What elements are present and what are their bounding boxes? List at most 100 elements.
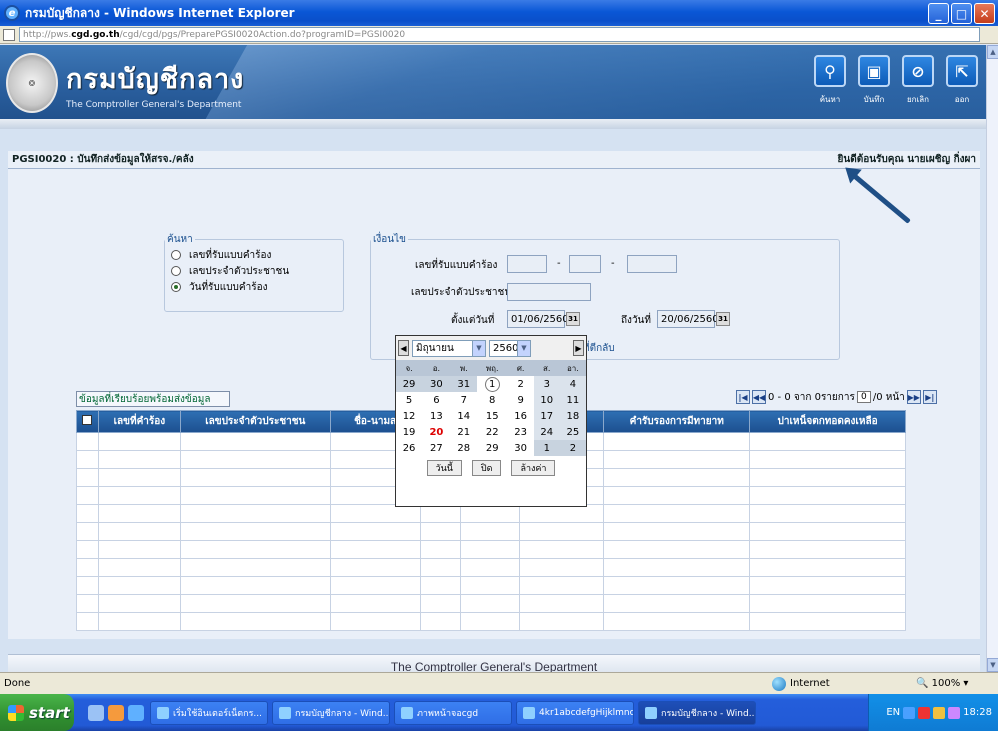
- first-page-button[interactable]: |◀: [736, 390, 750, 404]
- prev-page-button[interactable]: ◀◀: [752, 390, 766, 404]
- calendar-day[interactable]: 8: [477, 392, 508, 408]
- table-cell: [179, 594, 331, 613]
- select-all-checkbox[interactable]: [82, 415, 93, 425]
- maximize-button[interactable]: □: [951, 3, 972, 24]
- calendar-day[interactable]: 3: [533, 376, 560, 392]
- calendar-day[interactable]: 15: [477, 408, 508, 424]
- calendar-day[interactable]: 14: [451, 408, 477, 424]
- to-date-input[interactable]: 20/06/2560: [657, 310, 719, 328]
- calendar-day[interactable]: 24: [533, 424, 560, 440]
- request-no-part3-input[interactable]: [627, 255, 677, 273]
- column-header[interactable]: [76, 410, 99, 433]
- taskbar-item[interactable]: 4kr1abcdefgHijklmno...: [516, 700, 634, 725]
- quick-launch-icon[interactable]: [88, 704, 104, 721]
- minimize-button[interactable]: _: [928, 3, 949, 24]
- calendar-day[interactable]: 27: [422, 440, 451, 456]
- tray-icon[interactable]: [933, 706, 946, 719]
- tray-icon[interactable]: [903, 706, 916, 719]
- calendar-day[interactable]: 25: [559, 424, 586, 440]
- request-no-part2-input[interactable]: [569, 255, 601, 273]
- zoom-level[interactable]: 🔍 100% ▾: [916, 678, 968, 689]
- calendar-day[interactable]: 23: [508, 424, 534, 440]
- table-cell: [97, 432, 181, 451]
- calendar-day[interactable]: 5: [396, 392, 422, 408]
- returned-link[interactable]: ที่ตีกลับ: [583, 341, 615, 356]
- calendar-day[interactable]: 29: [477, 440, 508, 456]
- calendar-day[interactable]: 13: [422, 408, 451, 424]
- condition-legend: เงื่อนไข: [373, 234, 407, 245]
- calendar-day[interactable]: 30: [508, 440, 534, 456]
- citizen-id-input[interactable]: [507, 283, 591, 301]
- address-input[interactable]: http://pws. cgd.go.th/cgd/cgd/pgs/Prepare…: [19, 27, 980, 42]
- quick-launch-icon[interactable]: [108, 704, 124, 721]
- radio-button[interactable]: [171, 282, 181, 292]
- exit-tool-button[interactable]: ⇱ ออก: [944, 55, 980, 106]
- calendar-day[interactable]: 31: [450, 376, 477, 392]
- calendar-day[interactable]: 17: [533, 408, 560, 424]
- calendar-day[interactable]: 7: [451, 392, 477, 408]
- page-number-input[interactable]: 0: [856, 391, 871, 403]
- table-cell: [459, 540, 521, 559]
- table-cell: [749, 576, 906, 595]
- from-date-input[interactable]: 01/06/2560: [507, 310, 569, 328]
- calendar-day[interactable]: 28: [451, 440, 477, 456]
- month-select[interactable]: มิถุนายน ▼: [412, 339, 486, 357]
- scroll-up-icon[interactable]: ▲: [987, 45, 998, 59]
- calendar-day[interactable]: 12: [396, 408, 422, 424]
- save-tool-button[interactable]: ▣ บันทึก: [856, 55, 892, 106]
- search-tool-button[interactable]: ⚲ ค้นหา: [812, 55, 848, 106]
- tray-icon[interactable]: [918, 706, 931, 719]
- calendar-close-button[interactable]: ปิด: [471, 460, 502, 476]
- calendar-day[interactable]: 26: [396, 440, 422, 456]
- calendar-day[interactable]: 11: [559, 392, 586, 408]
- radio-button[interactable]: [171, 250, 181, 260]
- vertical-scrollbar[interactable]: ▲ ▼: [986, 45, 998, 672]
- taskbar-item[interactable]: ภาพหน้าจอcgd: [394, 700, 512, 725]
- scroll-down-icon[interactable]: ▼: [987, 658, 998, 672]
- calendar-day[interactable]: 1: [477, 376, 508, 392]
- close-button[interactable]: ✕: [974, 3, 995, 24]
- calendar-day[interactable]: 20: [422, 424, 451, 440]
- calendar-day[interactable]: 6: [422, 392, 451, 408]
- next-month-button[interactable]: ▶: [573, 340, 584, 356]
- start-button[interactable]: start: [0, 694, 74, 731]
- year-select[interactable]: 2560 ▼: [489, 339, 531, 357]
- calendar-day[interactable]: 29: [396, 376, 423, 392]
- to-calendar-icon[interactable]: 31: [716, 312, 730, 326]
- calendar-day[interactable]: 21: [451, 424, 477, 440]
- next-page-button[interactable]: ▶▶: [906, 390, 921, 404]
- tray-icon[interactable]: [948, 706, 961, 719]
- prev-month-button[interactable]: ◀: [398, 340, 409, 356]
- cancel-tool-button[interactable]: ⊘ ยกเลิก: [900, 55, 936, 106]
- calendar-day[interactable]: 1: [533, 440, 560, 456]
- window-title-bar[interactable]: e กรมบัญชีกลาง - Windows Internet Explor…: [0, 0, 998, 26]
- calendar-day[interactable]: 9: [508, 392, 534, 408]
- windows-flag-icon: [8, 704, 24, 721]
- calendar-day[interactable]: 19: [396, 424, 422, 440]
- search-option-2[interactable]: วันที่รับแบบคำร้อง: [171, 279, 343, 295]
- calendar-clear-button[interactable]: ล้างค่า: [511, 460, 556, 476]
- taskbar-item[interactable]: กรมบัญชีกลาง - Wind...: [638, 700, 756, 725]
- calendar-day[interactable]: 2: [559, 440, 586, 456]
- calendar-day[interactable]: 22: [477, 424, 508, 440]
- calendar-day[interactable]: 2: [508, 376, 534, 392]
- calendar-day[interactable]: 16: [508, 408, 534, 424]
- today-button[interactable]: วันนี้: [426, 460, 462, 476]
- last-page-button[interactable]: ▶|: [922, 390, 937, 404]
- calendar-day[interactable]: 18: [559, 408, 586, 424]
- calendar-day[interactable]: 10: [533, 392, 560, 408]
- radio-button[interactable]: [171, 266, 181, 276]
- calendar-day[interactable]: 30: [422, 376, 451, 392]
- app-icon: [401, 706, 413, 719]
- quick-launch-icon[interactable]: [128, 704, 144, 721]
- request-no-part1-input[interactable]: [507, 255, 547, 273]
- language-indicator[interactable]: EN: [886, 707, 900, 718]
- main-panel: ค้นหา เลขที่รับแบบคำร้อง เลขประจำตัวประชา…: [8, 169, 980, 639]
- table-cell: [459, 558, 521, 577]
- calendar-day[interactable]: 4: [559, 376, 586, 392]
- taskbar-item[interactable]: กรมบัญชีกลาง - Wind...: [272, 700, 390, 725]
- search-option-1[interactable]: เลขประจำตัวประชาชน: [171, 263, 343, 279]
- search-option-0[interactable]: เลขที่รับแบบคำร้อง: [171, 247, 343, 263]
- from-calendar-icon[interactable]: 31: [566, 312, 580, 326]
- taskbar-item[interactable]: เริ่มใช้อินเตอร์เน็ตกร...: [150, 700, 268, 725]
